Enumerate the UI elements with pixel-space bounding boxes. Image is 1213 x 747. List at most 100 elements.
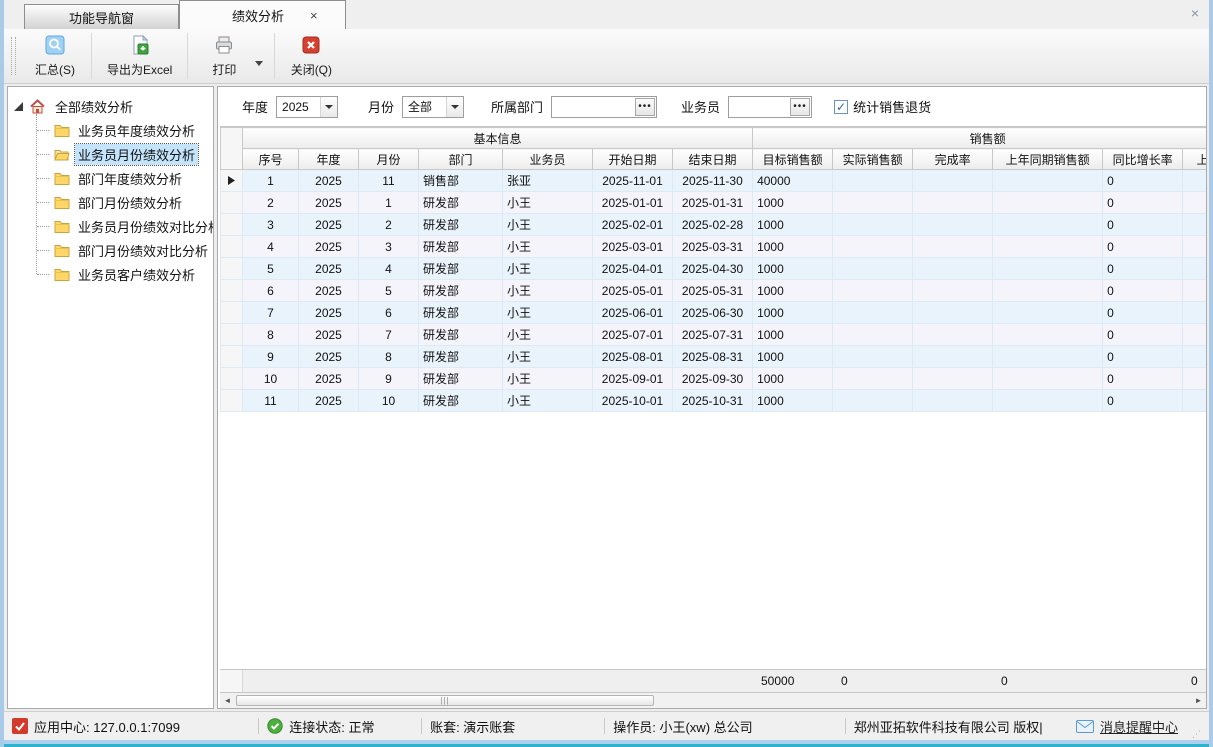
grid-cell[interactable] bbox=[833, 346, 913, 368]
grid-cell[interactable]: 小王 bbox=[503, 390, 593, 412]
grid-cell[interactable]: 小王 bbox=[503, 324, 593, 346]
tree-root-item[interactable]: 全部绩效分析 bbox=[14, 94, 213, 118]
table-row[interactable]: 220251研发部小王2025-01-012025-01-3110000 bbox=[221, 192, 1207, 214]
grid-cell[interactable]: 2025 bbox=[299, 324, 359, 346]
column-header-5[interactable]: 开始日期 bbox=[593, 149, 673, 170]
grid-cell[interactable]: 2025-06-30 bbox=[673, 302, 753, 324]
scroll-left-icon[interactable]: ◄ bbox=[220, 693, 235, 708]
grid-cell[interactable] bbox=[913, 346, 993, 368]
grid-cell[interactable]: 2025-05-31 bbox=[673, 280, 753, 302]
grid-cell[interactable]: 0 bbox=[1103, 170, 1183, 192]
tabstrip-close-icon[interactable]: × bbox=[1191, 5, 1199, 21]
close-button[interactable]: 关闭(Q) bbox=[278, 32, 344, 80]
tree-item-6[interactable]: 业务员客户绩效分析 bbox=[50, 262, 213, 286]
toolbar-grip[interactable] bbox=[11, 37, 16, 75]
table-row[interactable]: 1202511销售部张亚2025-11-012025-11-30400000 bbox=[221, 170, 1207, 192]
grid-cell[interactable] bbox=[913, 368, 993, 390]
table-row[interactable]: 620255研发部小王2025-05-012025-05-3110000 bbox=[221, 280, 1207, 302]
grid-cell[interactable] bbox=[913, 390, 993, 412]
grid-cell[interactable] bbox=[833, 390, 913, 412]
tree-item-4[interactable]: 业务员月份绩效对比分析 bbox=[50, 214, 213, 238]
grid-cell[interactable]: 6 bbox=[359, 302, 419, 324]
grid-cell[interactable]: 2025-07-01 bbox=[593, 324, 673, 346]
grid-cell[interactable] bbox=[1183, 170, 1206, 192]
grid-cell[interactable]: 0 bbox=[1103, 302, 1183, 324]
grid-cell[interactable]: 2025-07-31 bbox=[673, 324, 753, 346]
grid-cell[interactable]: 0 bbox=[1103, 324, 1183, 346]
grid-cell[interactable]: 2025-03-31 bbox=[673, 236, 753, 258]
month-select-dropdown-icon[interactable] bbox=[446, 97, 463, 117]
grid-cell[interactable] bbox=[1183, 368, 1206, 390]
grid-cell[interactable]: 1000 bbox=[753, 390, 833, 412]
summarize-button[interactable]: 汇总(S) bbox=[22, 32, 88, 80]
table-row[interactable]: 320252研发部小王2025-02-012025-02-2810000 bbox=[221, 214, 1207, 236]
grid-cell[interactable] bbox=[913, 324, 993, 346]
grid-cell[interactable] bbox=[833, 258, 913, 280]
grid-cell[interactable]: 3 bbox=[243, 214, 299, 236]
grid-cell[interactable] bbox=[1183, 236, 1206, 258]
grid-cell[interactable]: 1 bbox=[243, 170, 299, 192]
grid-cell[interactable]: 2025-09-01 bbox=[593, 368, 673, 390]
grid-cell[interactable]: 2025 bbox=[299, 280, 359, 302]
grid-cell[interactable]: 2025-04-30 bbox=[673, 258, 753, 280]
grid-cell[interactable]: 小王 bbox=[503, 236, 593, 258]
grid-cell[interactable]: 8 bbox=[359, 346, 419, 368]
grid-cell[interactable] bbox=[993, 390, 1103, 412]
grid-cell[interactable]: 小王 bbox=[503, 368, 593, 390]
horizontal-scrollbar[interactable]: ◄ ||| ► bbox=[220, 693, 1206, 708]
salesman-lookup-button[interactable]: ••• bbox=[790, 98, 810, 116]
column-header-9[interactable]: 完成率 bbox=[913, 149, 993, 170]
year-select-dropdown-icon[interactable] bbox=[320, 97, 337, 117]
grid-cell[interactable]: 研发部 bbox=[419, 236, 503, 258]
grid-cell[interactable] bbox=[913, 280, 993, 302]
grid-cell[interactable]: 张亚 bbox=[503, 170, 593, 192]
table-row[interactable]: 920258研发部小王2025-08-012025-08-3110000 bbox=[221, 346, 1207, 368]
column-header-2[interactable]: 月份 bbox=[359, 149, 419, 170]
column-header-1[interactable]: 年度 bbox=[299, 149, 359, 170]
grid-cell[interactable]: 研发部 bbox=[419, 324, 503, 346]
grid-cell[interactable]: 研发部 bbox=[419, 258, 503, 280]
table-row[interactable]: 420253研发部小王2025-03-012025-03-3110000 bbox=[221, 236, 1207, 258]
grid-cell[interactable] bbox=[913, 258, 993, 280]
grid-cell[interactable] bbox=[993, 302, 1103, 324]
grid-cell[interactable] bbox=[913, 170, 993, 192]
returns-checkbox[interactable]: ✓ bbox=[834, 100, 848, 114]
grid-cell[interactable] bbox=[913, 236, 993, 258]
grid-cell[interactable]: 2025-08-31 bbox=[673, 346, 753, 368]
grid-cell[interactable]: 0 bbox=[1103, 368, 1183, 390]
grid-cell[interactable]: 研发部 bbox=[419, 302, 503, 324]
grid-cell[interactable]: 研发部 bbox=[419, 346, 503, 368]
table-row[interactable]: 1020259研发部小王2025-09-012025-09-3010000 bbox=[221, 368, 1207, 390]
department-input[interactable]: ••• bbox=[551, 96, 657, 118]
grid-cell[interactable]: 4 bbox=[359, 258, 419, 280]
grid-cell[interactable] bbox=[833, 324, 913, 346]
grid-cell[interactable] bbox=[1183, 302, 1206, 324]
grid-cell[interactable]: 2025-03-01 bbox=[593, 236, 673, 258]
grid-cell[interactable]: 2025 bbox=[299, 192, 359, 214]
grid-cell[interactable]: 1000 bbox=[753, 258, 833, 280]
table-row[interactable]: 11202510研发部小王2025-10-012025-10-3110000 bbox=[221, 390, 1207, 412]
tree-item-2[interactable]: 部门年度绩效分析 bbox=[50, 166, 213, 190]
grid-cell[interactable] bbox=[1183, 390, 1206, 412]
grid-cell[interactable]: 2025 bbox=[299, 390, 359, 412]
grid-cell[interactable]: 7 bbox=[359, 324, 419, 346]
grid-cell[interactable]: 研发部 bbox=[419, 280, 503, 302]
grid-cell[interactable] bbox=[993, 236, 1103, 258]
tree-item-0[interactable]: 业务员年度绩效分析 bbox=[50, 118, 213, 142]
grid-cell[interactable]: 销售部 bbox=[419, 170, 503, 192]
grid-cell[interactable]: 小王 bbox=[503, 192, 593, 214]
grid-cell[interactable]: 研发部 bbox=[419, 390, 503, 412]
grid-cell[interactable]: 2025-08-01 bbox=[593, 346, 673, 368]
grid-cell[interactable] bbox=[1183, 258, 1206, 280]
column-header-11[interactable]: 同比增长率 bbox=[1103, 149, 1183, 170]
grid-cell[interactable] bbox=[1183, 214, 1206, 236]
grid-cell[interactable] bbox=[993, 258, 1103, 280]
grid-cell[interactable]: 2025-10-31 bbox=[673, 390, 753, 412]
grid-cell[interactable]: 2025-01-01 bbox=[593, 192, 673, 214]
grid-cell[interactable]: 9 bbox=[359, 368, 419, 390]
grid-cell[interactable]: 0 bbox=[1103, 236, 1183, 258]
column-header-3[interactable]: 部门 bbox=[419, 149, 503, 170]
grid-cell[interactable]: 小王 bbox=[503, 214, 593, 236]
grid-cell[interactable]: 11 bbox=[243, 390, 299, 412]
grid-cell[interactable]: 1000 bbox=[753, 346, 833, 368]
